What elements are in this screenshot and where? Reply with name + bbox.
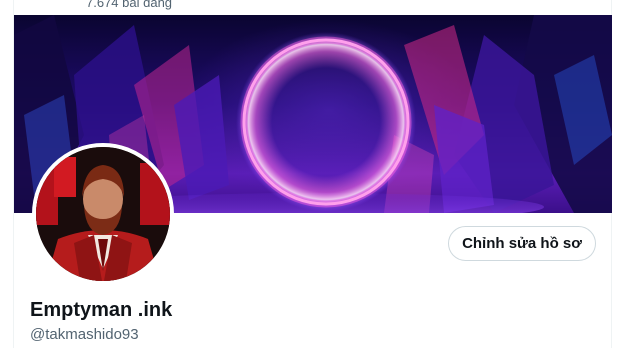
edit-profile-button[interactable]: Chỉnh sửa hồ sơ [448, 226, 596, 261]
avatar-portrait [36, 147, 170, 281]
user-handle: @takmashido93 [30, 326, 139, 343]
avatar[interactable] [32, 143, 174, 285]
display-name: Emptyman .ink [30, 299, 173, 321]
post-count: 7.674 bài đăng [86, 0, 173, 10]
